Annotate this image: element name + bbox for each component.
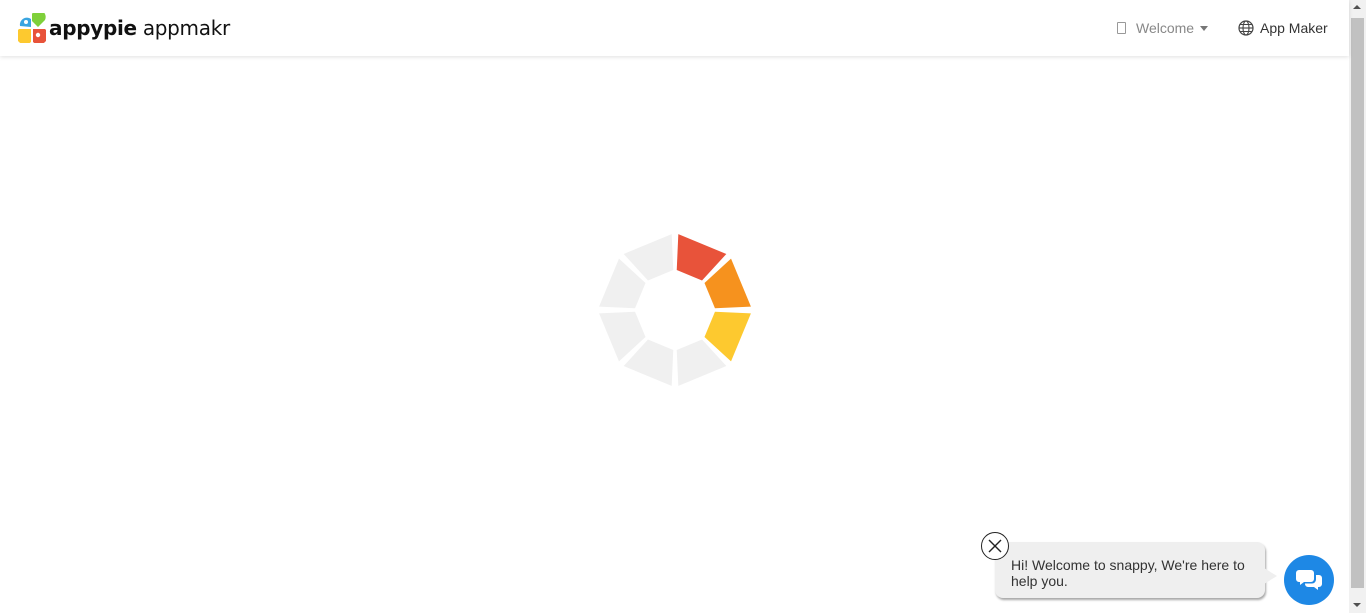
- chat-close-button[interactable]: [981, 532, 1009, 560]
- top-header: appypie appmakr Welcome App Maker: [0, 0, 1349, 56]
- globe-icon: [1238, 20, 1254, 36]
- scrollbar-thumb[interactable]: [1351, 18, 1364, 588]
- vertical-scrollbar[interactable]: [1349, 0, 1366, 613]
- spinner-icon: [599, 234, 751, 386]
- app-maker-label: App Maker: [1260, 20, 1328, 36]
- chat-welcome-message: Hi! Welcome to snappy, We're here to hel…: [1011, 557, 1245, 589]
- brand-name: appypie: [49, 16, 137, 40]
- welcome-label: Welcome: [1136, 20, 1195, 36]
- app-maker-link[interactable]: App Maker: [1238, 18, 1328, 38]
- appypie-logo-icon: [18, 13, 46, 43]
- caret-down-icon: [1200, 26, 1209, 31]
- scroll-down-arrow-icon[interactable]: [1353, 603, 1361, 607]
- welcome-dropdown[interactable]: Welcome: [1117, 17, 1209, 39]
- chat-bubbles-icon: [1296, 570, 1322, 590]
- product-name: appmakr: [142, 16, 230, 40]
- chat-launcher-button[interactable]: [1284, 555, 1334, 605]
- scroll-up-arrow-icon[interactable]: [1353, 5, 1361, 9]
- mobile-icon: [1117, 22, 1126, 34]
- appypie-appmakr-logo[interactable]: appypie appmakr: [18, 13, 230, 43]
- chat-welcome-bubble[interactable]: Hi! Welcome to snappy, We're here to hel…: [995, 542, 1277, 598]
- loading-spinner: [599, 234, 751, 391]
- close-icon: [988, 539, 1002, 553]
